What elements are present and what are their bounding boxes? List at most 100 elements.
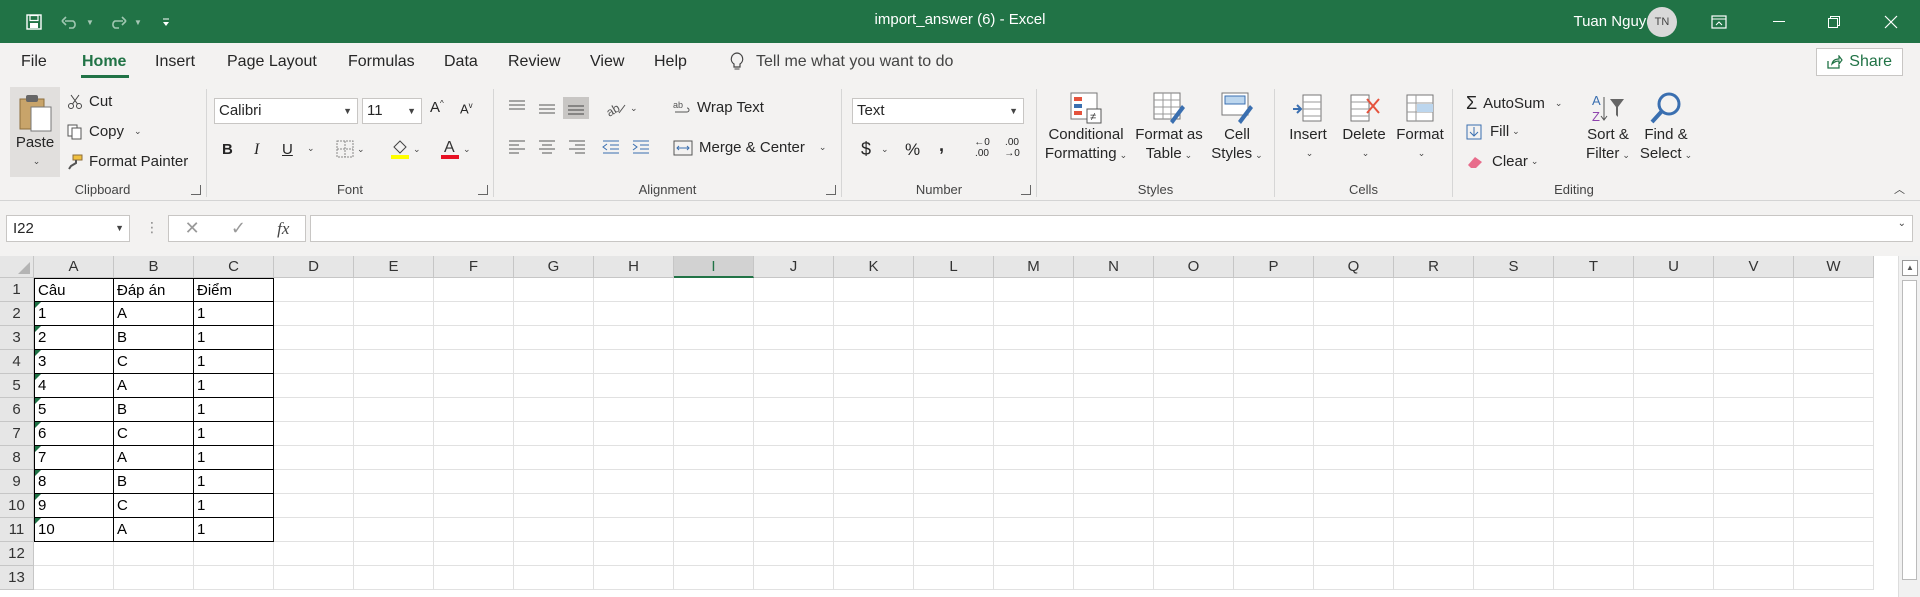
cell-p13[interactable] bbox=[1234, 566, 1314, 590]
cell-w7[interactable] bbox=[1794, 422, 1874, 446]
insert-cells-button[interactable]: Insert ⌄ bbox=[1282, 91, 1334, 163]
row-header-12[interactable]: 12 bbox=[0, 542, 34, 566]
column-header-u[interactable]: U bbox=[1634, 256, 1714, 278]
cell-q3[interactable] bbox=[1314, 326, 1394, 350]
cell-t1[interactable] bbox=[1554, 278, 1634, 302]
font-launcher-icon[interactable] bbox=[478, 185, 488, 195]
cell-j5[interactable] bbox=[754, 374, 834, 398]
decrease-indent-button[interactable] bbox=[601, 139, 621, 155]
cell-e10[interactable] bbox=[354, 494, 434, 518]
name-box[interactable]: I22 ▼ bbox=[6, 215, 130, 242]
underline-button[interactable]: U bbox=[282, 141, 293, 158]
cell-m12[interactable] bbox=[994, 542, 1074, 566]
cell-m7[interactable] bbox=[994, 422, 1074, 446]
cell-a6[interactable]: 5 bbox=[34, 398, 114, 422]
cell-u1[interactable] bbox=[1634, 278, 1714, 302]
cell-d10[interactable] bbox=[274, 494, 354, 518]
cell-w1[interactable] bbox=[1794, 278, 1874, 302]
cell-m1[interactable] bbox=[994, 278, 1074, 302]
tab-data[interactable]: Data bbox=[444, 43, 478, 81]
delete-cells-button[interactable]: Delete ⌄ bbox=[1338, 91, 1390, 163]
cell-t13[interactable] bbox=[1554, 566, 1634, 590]
cell-p12[interactable] bbox=[1234, 542, 1314, 566]
row-header-3[interactable]: 3 bbox=[0, 326, 34, 350]
row-header-9[interactable]: 9 bbox=[0, 470, 34, 494]
column-header-c[interactable]: C bbox=[194, 256, 274, 278]
copy-button[interactable]: Copy ⌄ bbox=[67, 123, 142, 140]
fill-button[interactable]: Fill ⌄ bbox=[1466, 123, 1520, 140]
cell-u13[interactable] bbox=[1634, 566, 1714, 590]
cell-m13[interactable] bbox=[994, 566, 1074, 590]
cell-j1[interactable] bbox=[754, 278, 834, 302]
cell-s10[interactable] bbox=[1474, 494, 1554, 518]
cell-s11[interactable] bbox=[1474, 518, 1554, 542]
cell-u10[interactable] bbox=[1634, 494, 1714, 518]
cell-w13[interactable] bbox=[1794, 566, 1874, 590]
column-header-p[interactable]: P bbox=[1234, 256, 1314, 278]
cell-r10[interactable] bbox=[1394, 494, 1474, 518]
cell-v4[interactable] bbox=[1714, 350, 1794, 374]
formula-bar-grip-icon[interactable]: ⋮ bbox=[145, 219, 159, 236]
cell-n2[interactable] bbox=[1074, 302, 1154, 326]
scrollbar-thumb[interactable] bbox=[1902, 280, 1917, 580]
column-header-a[interactable]: A bbox=[34, 256, 114, 278]
percent-style-button[interactable]: % bbox=[905, 140, 920, 160]
cell-q11[interactable] bbox=[1314, 518, 1394, 542]
cell-h1[interactable] bbox=[594, 278, 674, 302]
cell-u3[interactable] bbox=[1634, 326, 1714, 350]
cell-n10[interactable] bbox=[1074, 494, 1154, 518]
cell-q10[interactable] bbox=[1314, 494, 1394, 518]
cell-a5[interactable]: 4 bbox=[34, 374, 114, 398]
cell-b4[interactable]: C bbox=[114, 350, 194, 374]
row-header-10[interactable]: 10 bbox=[0, 494, 34, 518]
cell-w10[interactable] bbox=[1794, 494, 1874, 518]
cell-j3[interactable] bbox=[754, 326, 834, 350]
cell-u5[interactable] bbox=[1634, 374, 1714, 398]
cell-m11[interactable] bbox=[994, 518, 1074, 542]
cell-h11[interactable] bbox=[594, 518, 674, 542]
cell-v9[interactable] bbox=[1714, 470, 1794, 494]
cell-t3[interactable] bbox=[1554, 326, 1634, 350]
cell-i3[interactable] bbox=[674, 326, 754, 350]
cell-r5[interactable] bbox=[1394, 374, 1474, 398]
cell-k11[interactable] bbox=[834, 518, 914, 542]
cell-s4[interactable] bbox=[1474, 350, 1554, 374]
row-header-5[interactable]: 5 bbox=[0, 374, 34, 398]
cell-l6[interactable] bbox=[914, 398, 994, 422]
cell-i1[interactable] bbox=[674, 278, 754, 302]
cell-d11[interactable] bbox=[274, 518, 354, 542]
cell-i11[interactable] bbox=[674, 518, 754, 542]
cell-q13[interactable] bbox=[1314, 566, 1394, 590]
redo-dropdown-icon[interactable]: ▼ bbox=[132, 8, 144, 36]
cell-q12[interactable] bbox=[1314, 542, 1394, 566]
cell-o11[interactable] bbox=[1154, 518, 1234, 542]
cell-q6[interactable] bbox=[1314, 398, 1394, 422]
cell-b9[interactable]: B bbox=[114, 470, 194, 494]
enter-icon[interactable]: ✓ bbox=[231, 218, 246, 239]
cell-f6[interactable] bbox=[434, 398, 514, 422]
font-name-select[interactable]: Calibri ▼ bbox=[214, 98, 358, 124]
tab-insert[interactable]: Insert bbox=[155, 43, 195, 81]
column-header-d[interactable]: D bbox=[274, 256, 354, 278]
column-header-m[interactable]: M bbox=[994, 256, 1074, 278]
cell-a13[interactable] bbox=[34, 566, 114, 590]
cell-m3[interactable] bbox=[994, 326, 1074, 350]
cell-r6[interactable] bbox=[1394, 398, 1474, 422]
cell-s1[interactable] bbox=[1474, 278, 1554, 302]
column-header-n[interactable]: N bbox=[1074, 256, 1154, 278]
cell-p3[interactable] bbox=[1234, 326, 1314, 350]
cell-q1[interactable] bbox=[1314, 278, 1394, 302]
cell-e2[interactable] bbox=[354, 302, 434, 326]
cell-h9[interactable] bbox=[594, 470, 674, 494]
cell-d4[interactable] bbox=[274, 350, 354, 374]
collapse-ribbon-icon[interactable]: ︿ bbox=[1894, 181, 1905, 197]
cell-b12[interactable] bbox=[114, 542, 194, 566]
cell-w4[interactable] bbox=[1794, 350, 1874, 374]
cell-i10[interactable] bbox=[674, 494, 754, 518]
cell-e8[interactable] bbox=[354, 446, 434, 470]
sort-filter-button[interactable]: AZ Sort & Filter ⌄ bbox=[1580, 91, 1636, 165]
cell-e1[interactable] bbox=[354, 278, 434, 302]
cell-w3[interactable] bbox=[1794, 326, 1874, 350]
cell-r9[interactable] bbox=[1394, 470, 1474, 494]
cell-t4[interactable] bbox=[1554, 350, 1634, 374]
